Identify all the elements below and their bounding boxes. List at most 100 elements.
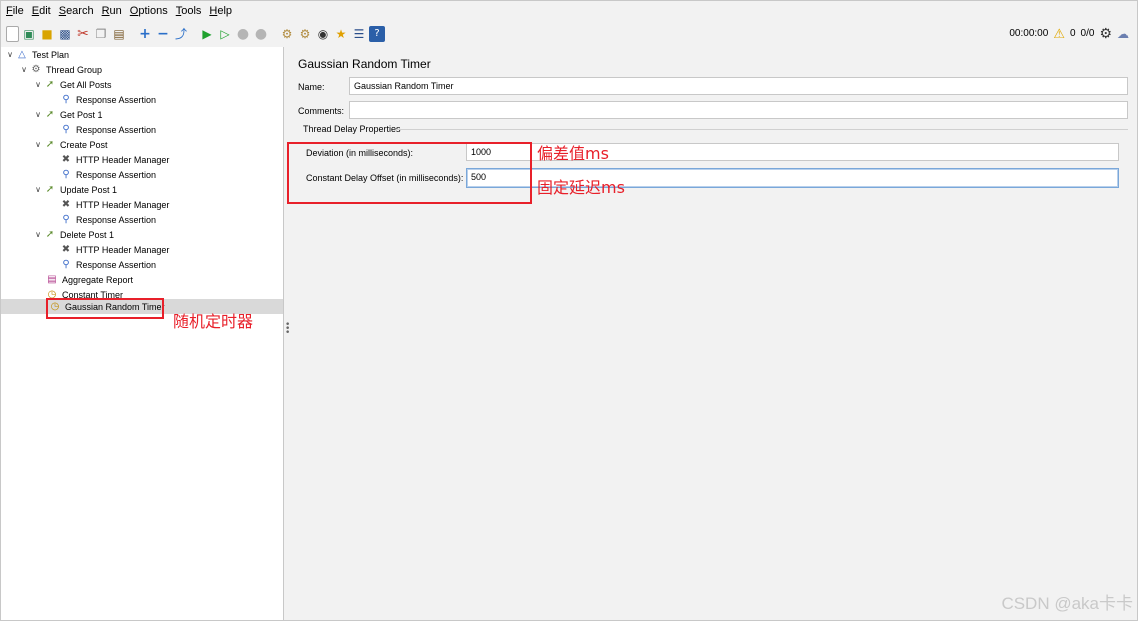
- annotation-timer: 随机定时器: [173, 312, 254, 331]
- magnifier-icon: ⚲: [62, 214, 70, 225]
- menu-file[interactable]: File: [1, 5, 28, 17]
- menu-help[interactable]: Help: [205, 5, 236, 17]
- name-label: Name:: [298, 82, 325, 92]
- tree-node-http-header-manager[interactable]: ✖ HTTP Header Manager: [59, 152, 170, 167]
- cut-icon[interactable]: ✂: [75, 26, 91, 42]
- start-icon[interactable]: ▶: [199, 26, 215, 42]
- toolbar: ▣ ■ ▩ ✂ ❐ ▤ + − ⤴ ▶ ▷ ● ● ⚙ ⚙ ◉ ★ ☰ ? 00…: [1, 21, 1137, 47]
- clear-icon[interactable]: ⚙: [279, 26, 295, 42]
- name-field[interactable]: Gaussian Random Timer: [349, 77, 1128, 95]
- warning-count: 0: [1069, 28, 1076, 39]
- templates-icon[interactable]: ▣: [21, 26, 37, 42]
- shutdown-icon[interactable]: ●: [253, 26, 269, 42]
- menu-run-label: un: [109, 5, 122, 17]
- tree-node-response-assertion[interactable]: ⚲ Response Assertion: [59, 167, 156, 182]
- tree-node-response-assertion[interactable]: ⚲ Response Assertion: [59, 92, 156, 107]
- menu-tools[interactable]: Tools: [172, 5, 206, 17]
- tree-label: Response Assertion: [76, 124, 157, 135]
- expand-chevron-icon[interactable]: ∨: [19, 65, 29, 74]
- expand-chevron-icon[interactable]: ∨: [33, 230, 43, 239]
- stop-icon[interactable]: ●: [235, 26, 251, 42]
- elapsed-time: 00:00:00: [1009, 28, 1049, 39]
- toggle-icon[interactable]: ⤴: [173, 26, 189, 42]
- log-viewer-icon[interactable]: ⚙: [1099, 25, 1112, 42]
- menu-run[interactable]: Run: [98, 5, 126, 17]
- tree-node-test-plan[interactable]: ∨ △ Test Plan: [5, 47, 69, 62]
- expand-chevron-icon[interactable]: ∨: [33, 110, 43, 119]
- magnifier-icon: ⚲: [62, 124, 70, 135]
- jmeter-window: File Edit Search Run Options Tools Help …: [0, 0, 1138, 621]
- page-title: Gaussian Random Timer: [298, 57, 431, 71]
- tree-node-aggregate-report[interactable]: ▤ Aggregate Report: [45, 272, 133, 287]
- gear-icon: ⚙: [31, 64, 41, 75]
- tree-node-response-assertion[interactable]: ⚲ Response Assertion: [59, 257, 156, 272]
- tree-label: Response Assertion: [76, 169, 157, 180]
- tree-node-get-all-posts[interactable]: ∨ ➚ Get All Posts: [33, 77, 112, 92]
- reset-search-icon[interactable]: ★: [333, 26, 349, 42]
- expand-chevron-icon[interactable]: ∨: [5, 50, 15, 59]
- status-area: 00:00:00 ⚠ 0 0/0 ⚙ ☁: [1009, 25, 1129, 42]
- menu-tools-label: ools: [181, 5, 202, 17]
- tree-node-http-header-manager[interactable]: ✖ HTTP Header Manager: [59, 242, 170, 257]
- menu-file-label: ile: [12, 5, 24, 17]
- comments-field[interactable]: [349, 101, 1128, 119]
- expand-all-icon[interactable]: +: [137, 26, 153, 42]
- menu-search[interactable]: Search: [55, 5, 98, 17]
- new-file-icon[interactable]: [6, 26, 19, 42]
- tree-label: HTTP Header Manager: [76, 154, 170, 165]
- open-folder-icon[interactable]: ■: [39, 26, 55, 42]
- tree-label: HTTP Header Manager: [76, 199, 170, 210]
- menu-edit-label: dit: [39, 5, 51, 17]
- expand-chevron-icon[interactable]: ∨: [33, 140, 43, 149]
- annotation-box-timer: [46, 298, 164, 319]
- tree-label: Test Plan: [32, 49, 70, 60]
- split-pane-handle[interactable]: • • •: [285, 321, 290, 338]
- collapse-all-icon[interactable]: −: [155, 26, 171, 42]
- pipette-icon: ➚: [45, 184, 55, 195]
- tree-node-update-post-1[interactable]: ∨ ➚ Update Post 1: [33, 182, 117, 197]
- save-icon[interactable]: ▩: [57, 26, 73, 42]
- tree-label: Get All Posts: [60, 79, 112, 90]
- flask-icon: △: [18, 49, 26, 60]
- magnifier-icon: ⚲: [62, 259, 70, 270]
- menu-bar: File Edit Search Run Options Tools Help: [1, 1, 1137, 21]
- tree-label: Response Assertion: [76, 214, 157, 225]
- timer-config-panel: Gaussian Random Timer Name: Gaussian Ran…: [290, 47, 1137, 620]
- comments-label: Comments:: [298, 106, 345, 116]
- menu-help-label: elp: [217, 5, 233, 17]
- menu-search-label: earch: [66, 5, 94, 17]
- tree-node-delete-post-1[interactable]: ∨ ➚ Delete Post 1: [33, 227, 114, 242]
- tree-node-response-assertion[interactable]: ⚲ Response Assertion: [59, 122, 156, 137]
- tree-label: Response Assertion: [76, 94, 157, 105]
- tree-node-get-post-1[interactable]: ∨ ➚ Get Post 1: [33, 107, 103, 122]
- magnifier-icon: ⚲: [62, 169, 70, 180]
- paste-icon[interactable]: ▤: [111, 26, 127, 42]
- help-icon[interactable]: ?: [369, 26, 385, 42]
- tools-icon: ✖: [61, 244, 71, 255]
- group-divider: [396, 129, 1128, 130]
- tools-icon: ✖: [61, 154, 71, 165]
- tree-node-create-post[interactable]: ∨ ➚ Create Post: [33, 137, 107, 152]
- copy-icon[interactable]: ❐: [93, 26, 109, 42]
- tools-icon: ✖: [61, 199, 71, 210]
- expand-chevron-icon[interactable]: ∨: [33, 185, 43, 194]
- warning-icon[interactable]: ⚠: [1053, 26, 1065, 42]
- tree-label: Get Post 1: [60, 109, 103, 120]
- tree-node-http-header-manager[interactable]: ✖ HTTP Header Manager: [59, 197, 170, 212]
- magnifier-icon: ⚲: [62, 94, 70, 105]
- remote-icon[interactable]: ☁: [1117, 27, 1129, 41]
- function-helper-icon[interactable]: ☰: [351, 26, 367, 42]
- tree-label: Aggregate Report: [62, 274, 134, 285]
- test-plan-tree: ∨ △ Test Plan ∨ ⚙ Thread Group ∨ ➚ Get All Pos…: [1, 47, 284, 620]
- expand-chevron-icon[interactable]: ∨: [33, 80, 43, 89]
- start-no-pause-icon[interactable]: ▷: [217, 26, 233, 42]
- watermark: CSDN @aka卡卡: [1001, 594, 1133, 613]
- menu-edit[interactable]: Edit: [28, 5, 55, 17]
- search-binoculars-icon[interactable]: ◉: [315, 26, 331, 42]
- clear-all-icon[interactable]: ⚙: [297, 26, 313, 42]
- menu-options-label: ptions: [138, 5, 168, 17]
- tree-label: Update Post 1: [60, 184, 118, 195]
- tree-node-thread-group[interactable]: ∨ ⚙ Thread Group: [19, 62, 102, 77]
- menu-options[interactable]: Options: [126, 5, 172, 17]
- tree-node-response-assertion[interactable]: ⚲ Response Assertion: [59, 212, 156, 227]
